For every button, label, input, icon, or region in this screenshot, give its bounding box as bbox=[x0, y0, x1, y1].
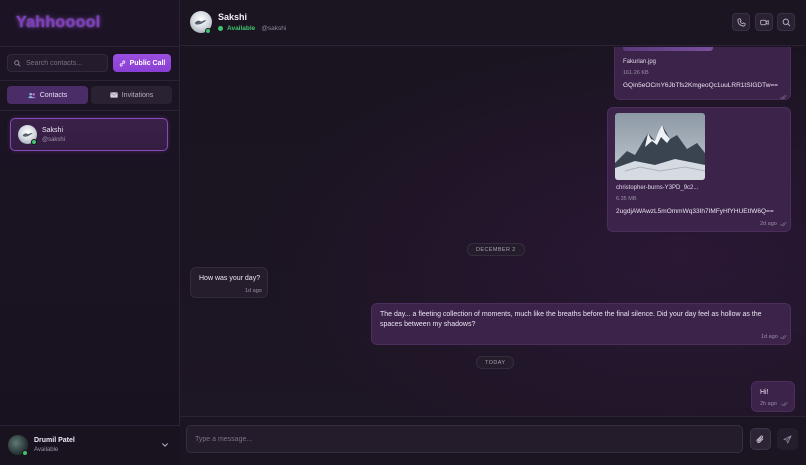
tab-invitations-label: Invitations bbox=[121, 91, 154, 99]
chat-header: Sakshi Available @sakshi bbox=[180, 0, 806, 46]
divider bbox=[0, 110, 179, 111]
current-user-bar[interactable]: Drumil Patel Available bbox=[0, 425, 180, 465]
send-button[interactable] bbox=[777, 428, 798, 450]
message-time: 1d ago bbox=[245, 288, 262, 294]
online-status-dot bbox=[218, 26, 223, 31]
users-icon bbox=[28, 92, 36, 98]
message-input[interactable] bbox=[186, 425, 743, 453]
divider bbox=[0, 46, 179, 47]
outgoing-message[interactable]: The day... a fleeting collection of mome… bbox=[371, 303, 791, 345]
message-time: 1d ago bbox=[761, 334, 778, 340]
file-message[interactable]: Fakurian.jpg 161.26 KB GQin5eOCmY6JbTfs2… bbox=[614, 47, 791, 100]
contact-item-sakshi[interactable]: Sakshi @sakshi bbox=[10, 118, 168, 151]
online-status-dot bbox=[205, 28, 211, 34]
video-camera-icon bbox=[759, 19, 769, 25]
phone-icon bbox=[737, 18, 745, 26]
image-message[interactable]: christopher-burns-Y3PD_9c2... 6.35 MB 2u… bbox=[607, 107, 791, 232]
paperclip-icon bbox=[756, 435, 764, 443]
date-separator: DECEMBER 2 bbox=[467, 243, 525, 256]
user-name: Drumil Patel bbox=[34, 437, 75, 444]
search-icon bbox=[782, 18, 790, 26]
public-call-label: Public Call bbox=[129, 59, 166, 67]
tab-invitations[interactable]: Invitations bbox=[91, 86, 172, 104]
online-status-dot bbox=[22, 450, 28, 456]
brand-logo: Yahhooool bbox=[16, 14, 101, 31]
message-list[interactable]: Fakurian.jpg 161.26 KB GQin5eOCmY6JbTfs2… bbox=[180, 47, 806, 417]
message-time: 2d ago bbox=[760, 221, 777, 227]
file-size: 6.35 MB bbox=[616, 196, 637, 202]
sidebar: Yahhooool Public Call Contacts Invitatio… bbox=[0, 0, 180, 465]
message-time: 2h ago bbox=[760, 401, 777, 407]
chat-contact-status: Available @sakshi bbox=[218, 25, 286, 32]
file-name: Fakurian.jpg bbox=[623, 59, 657, 65]
voice-call-button[interactable] bbox=[732, 13, 750, 31]
bird-icon bbox=[195, 19, 207, 25]
image-thumbnail[interactable] bbox=[623, 47, 713, 51]
chat-contact-name: Sakshi bbox=[218, 12, 248, 22]
incoming-message[interactable]: How was your day? 1d ago bbox=[190, 267, 268, 298]
file-size: 161.26 KB bbox=[623, 70, 649, 76]
bird-icon bbox=[22, 132, 33, 137]
double-check-icon bbox=[780, 95, 787, 100]
tab-contacts-label: Contacts bbox=[39, 91, 68, 99]
chat-panel: Sakshi Available @sakshi Fakurian.jpg 16 bbox=[180, 0, 806, 465]
online-status-dot bbox=[31, 139, 37, 145]
attach-button[interactable] bbox=[750, 428, 771, 450]
search-input[interactable] bbox=[26, 59, 106, 67]
envelope-icon bbox=[110, 92, 118, 98]
contact-name: Sakshi bbox=[42, 127, 64, 134]
date-separator: TODAY bbox=[476, 356, 515, 369]
double-check-icon bbox=[780, 335, 787, 340]
contact-handle: @sakshi bbox=[42, 137, 66, 143]
file-id-text: GQin5eOCmY6JbTfs2KmgeoQc1uuLRR1tSIGDTw== bbox=[623, 82, 778, 89]
double-check-icon bbox=[780, 222, 787, 227]
status-text: Available bbox=[227, 25, 256, 32]
chevron-down-icon[interactable] bbox=[161, 441, 169, 449]
link-icon bbox=[119, 60, 125, 66]
message-text-line-1: The day... a fleeting collection of mome… bbox=[380, 311, 762, 318]
send-icon bbox=[783, 434, 792, 444]
message-text: How was your day? bbox=[199, 275, 261, 282]
mountain-image[interactable] bbox=[615, 113, 705, 180]
tab-contacts[interactable]: Contacts bbox=[7, 86, 88, 104]
search-icon bbox=[14, 59, 21, 67]
public-call-button[interactable]: Public Call bbox=[113, 54, 171, 72]
video-call-button[interactable] bbox=[755, 13, 773, 31]
divider bbox=[0, 80, 179, 81]
search-messages-button[interactable] bbox=[777, 13, 795, 31]
user-status: Available bbox=[34, 447, 59, 453]
message-text: Hi! bbox=[760, 389, 769, 396]
message-composer bbox=[180, 416, 806, 465]
search-contacts-field[interactable] bbox=[7, 54, 108, 72]
double-check-icon bbox=[781, 402, 788, 407]
file-name: christopher-burns-Y3PD_9c2... bbox=[616, 185, 699, 191]
app-root: Yahhooool Public Call Contacts Invitatio… bbox=[0, 0, 806, 465]
file-id-text: 2ugdjAWAwzL5mOmmWq33Ih7IMFyHfYHUEtIW6Q== bbox=[616, 208, 774, 215]
message-text-line-2: spaces between my shadows? bbox=[380, 321, 476, 328]
contact-handle: @sakshi bbox=[261, 25, 287, 32]
outgoing-message[interactable]: Hi! 2h ago bbox=[751, 381, 795, 412]
